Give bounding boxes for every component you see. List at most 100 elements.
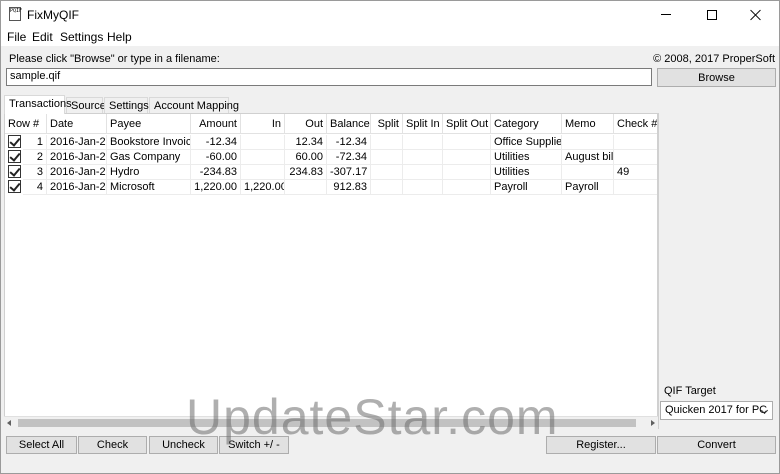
row-checkbox[interactable] [8,165,21,178]
row-balance: -12.34 [327,135,371,150]
row-split-out [443,165,491,180]
qif-target-label: QIF Target [664,385,716,397]
select-all-button[interactable]: Select All [6,436,77,454]
row-check-number [614,150,657,165]
column-header-split[interactable]: Split [371,114,403,134]
switch-button[interactable]: Switch +/ - [219,436,289,454]
row-check-number [614,180,657,195]
row-check-number [614,135,657,150]
row-balance: -72.34 [327,150,371,165]
tab-settings[interactable]: Settings [104,97,149,113]
row-split-in [403,135,443,150]
filename-prompt: Please click "Browse" or type in a filen… [9,53,220,65]
column-header-row-number[interactable]: Row # [5,114,47,134]
row-split [371,165,403,180]
row-category: Payroll [491,180,562,195]
scroll-left-icon[interactable] [7,420,11,426]
row-balance: -307.17 [327,165,371,180]
row-out: 60.00 [285,150,327,165]
row-date: 2016-Jan-23 [47,165,107,180]
row-checkbox[interactable] [8,180,21,193]
tab-transactions[interactable]: Transactions [4,95,72,114]
window-title: FixMyQIF [27,8,79,22]
row-category: Office Supplies [491,135,562,150]
row-out: 12.34 [285,135,327,150]
row-in [241,135,285,150]
row-split [371,135,403,150]
row-in: 1,220.00 [241,180,285,195]
row-date: 2016-Jan-24 [47,180,107,195]
menu-help[interactable]: Help [107,30,132,44]
row-out [285,180,327,195]
row-in [241,150,285,165]
row-payee: Bookstore Invoice [107,135,191,150]
row-memo: August bil [562,150,614,165]
row-amount: -234.83 [191,165,241,180]
row-payee: Hydro [107,165,191,180]
filename-input[interactable]: sample.qif [6,68,652,86]
qif-target-value: Quicken 2017 for PC [665,404,768,416]
right-panel [658,113,778,429]
title-bar: PQIF FixMyQIF [1,1,779,28]
transactions-grid: Row # Date Payee Amount In Out Balance S… [4,113,658,429]
convert-button[interactable]: Convert [657,436,776,454]
close-icon [750,9,762,21]
column-header-split-in[interactable]: Split In [403,114,443,134]
row-memo [562,165,614,180]
menu-bar: File Edit Settings Help [1,28,779,46]
column-header-category[interactable]: Category [491,114,562,134]
register-button[interactable]: Register... [546,436,656,454]
column-header-check-number[interactable]: Check # [614,114,657,134]
row-in [241,165,285,180]
horizontal-scrollbar[interactable] [4,416,658,429]
browse-button[interactable]: Browse [657,68,776,87]
row-memo [562,135,614,150]
menu-settings[interactable]: Settings [60,30,103,44]
row-payee: Microsoft [107,180,191,195]
tab-account-mapping[interactable]: Account Mapping [149,97,239,113]
app-icon: PQIF [9,7,22,21]
scrollbar-thumb[interactable] [18,419,636,427]
row-split [371,150,403,165]
row-category: Utilities [491,150,562,165]
scroll-right-icon[interactable] [651,420,655,426]
column-header-in[interactable]: In [241,114,285,134]
uncheck-button[interactable]: Uncheck [149,436,218,454]
row-date: 2016-Jan-23 [47,150,107,165]
row-number: 3 [23,165,47,180]
column-header-split-out[interactable]: Split Out [443,114,491,134]
app-window: PQIF FixMyQIF File Edit Settings Help Pl… [0,0,780,474]
maximize-icon [707,9,717,20]
row-date: 2016-Jan-23 [47,135,107,150]
row-amount: -60.00 [191,150,241,165]
row-split-in [403,150,443,165]
row-amount: -12.34 [191,135,241,150]
minimize-button[interactable] [643,1,689,28]
maximize-button[interactable] [689,1,735,28]
row-number: 2 [23,150,47,165]
row-split-in [403,165,443,180]
row-memo: Payroll [562,180,614,195]
close-button[interactable] [733,1,779,28]
menu-file[interactable]: File [7,30,26,44]
row-checkbox[interactable] [8,135,21,148]
row-out: 234.83 [285,165,327,180]
column-header-payee[interactable]: Payee [107,114,191,134]
column-header-memo[interactable]: Memo [562,114,614,134]
row-split-in [403,180,443,195]
column-header-amount[interactable]: Amount [191,114,241,134]
check-button[interactable]: Check [78,436,147,454]
qif-target-select[interactable]: Quicken 2017 for PC [660,401,773,420]
row-balance: 912.83 [327,180,371,195]
row-payee: Gas Company [107,150,191,165]
column-header-date[interactable]: Date [47,114,107,134]
column-header-balance[interactable]: Balance [327,114,371,134]
row-split-out [443,150,491,165]
row-split [371,180,403,195]
copyright-text: © 2008, 2017 ProperSoft [653,53,775,65]
row-checkbox[interactable] [8,150,21,163]
minimize-icon [661,14,671,15]
row-number: 4 [23,180,47,195]
menu-edit[interactable]: Edit [32,30,53,44]
column-header-out[interactable]: Out [285,114,327,134]
